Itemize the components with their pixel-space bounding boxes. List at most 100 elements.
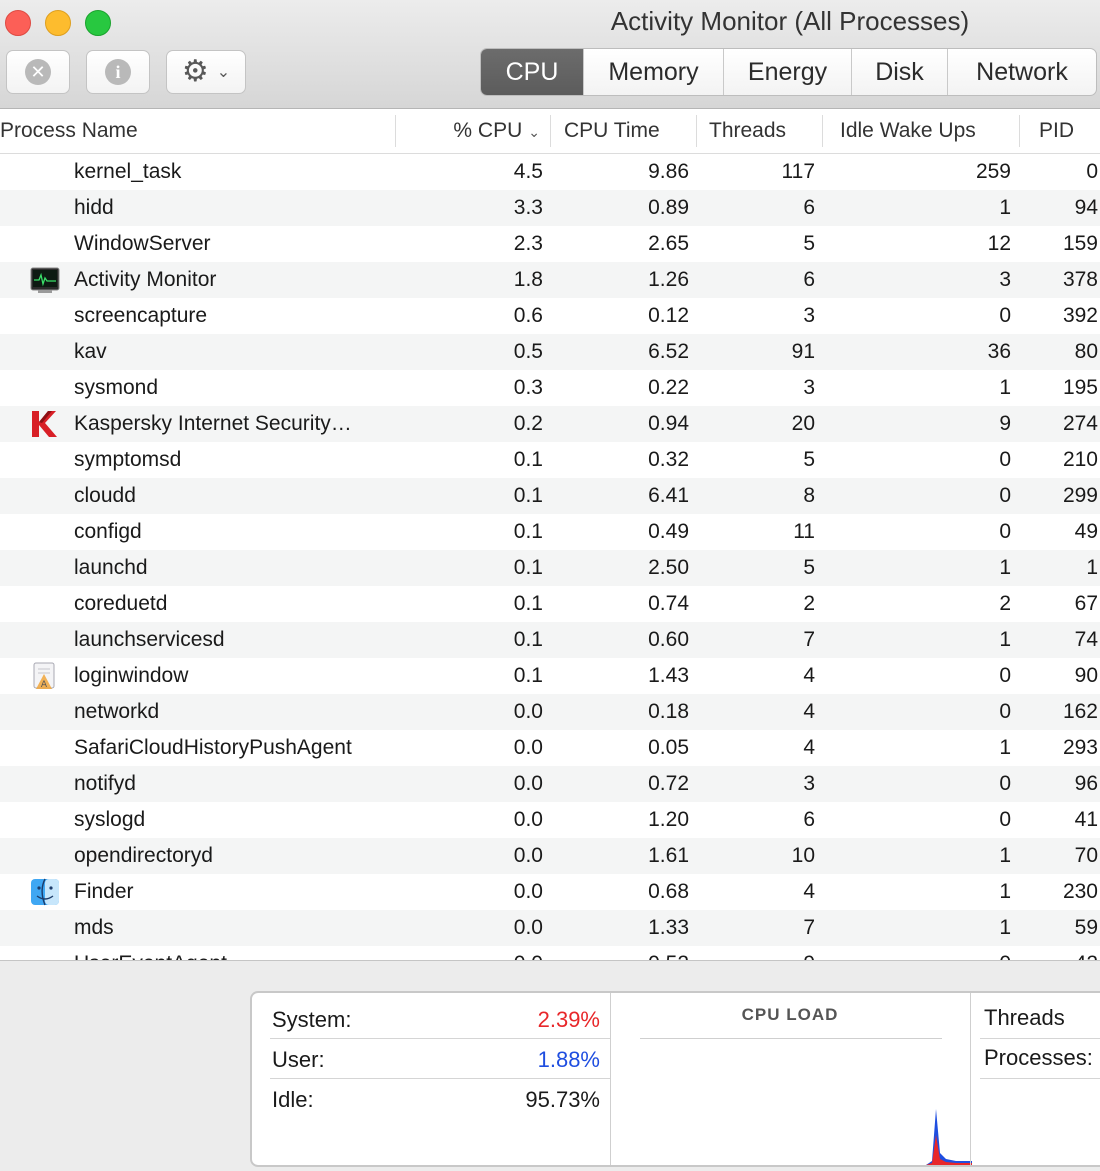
table-row[interactable]: notifyd 0.0 0.72 3 0 96	[0, 766, 1100, 802]
cpu-percent: 0.1	[513, 520, 543, 543]
thread-count: 8	[803, 484, 815, 507]
tab-disk[interactable]: Disk	[852, 49, 948, 95]
idle-wake-ups: 259	[975, 160, 1011, 183]
table-row[interactable]: symptomsd 0.1 0.32 5 0 210	[0, 442, 1100, 478]
table-row[interactable]: opendirectoryd 0.0 1.61 10 1 70	[0, 838, 1100, 874]
inspect-process-button[interactable]: i	[86, 50, 150, 94]
idle-wake-ups: 1	[999, 376, 1011, 399]
table-row[interactable]: Finder 0.0 0.68 4 1 230	[0, 874, 1100, 910]
cpu-percent: 0.1	[513, 448, 543, 471]
table-row[interactable]: launchservicesd 0.1 0.60 7 1 74	[0, 622, 1100, 658]
tab-cpu[interactable]: CPU	[481, 49, 584, 95]
thread-count: 4	[803, 880, 815, 903]
column-process-name[interactable]: Process Name	[0, 109, 138, 153]
column-divider[interactable]	[550, 115, 551, 147]
table-row[interactable]: hidd 3.3 0.89 6 1 94	[0, 190, 1100, 226]
info-icon: i	[105, 59, 131, 85]
pid: 162	[1062, 700, 1098, 723]
tab-network[interactable]: Network	[948, 49, 1096, 95]
cpu-time: 1.61	[648, 844, 689, 867]
title-bar: Activity Monitor (All Processes) ✕ i ⚙ ⌄…	[0, 0, 1100, 109]
table-row[interactable]: syslogd 0.0 1.20 6 0 41	[0, 802, 1100, 838]
table-row[interactable]: configd 0.1 0.49 11 0 49	[0, 514, 1100, 550]
thread-count: 7	[803, 916, 815, 939]
table-row[interactable]: networkd 0.0 0.18 4 0 162	[0, 694, 1100, 730]
pid: 94	[1074, 196, 1098, 219]
column-divider[interactable]	[1019, 115, 1020, 147]
pid: 59	[1074, 916, 1098, 939]
pid: 195	[1062, 376, 1098, 399]
cpu-percent: 0.0	[513, 772, 543, 795]
cpu-time: 0.32	[648, 448, 689, 471]
table-row[interactable]: Activity Monitor 1.8 1.26 6 3 378	[0, 262, 1100, 298]
idle-wake-ups: 1	[999, 880, 1011, 903]
table-row[interactable]: UserEventAgent 0.0 0.52 9 0 42	[0, 946, 1100, 960]
cpu-percent: 0.6	[513, 304, 543, 327]
thread-count: 3	[803, 304, 815, 327]
table-row[interactable]: launchd 0.1 2.50 5 1 1	[0, 550, 1100, 586]
cpu-percent: 0.0	[513, 916, 543, 939]
process-table[interactable]: kernel_task 4.5 9.86 117 259 0 hidd 3.3 0.89 6 1 94…	[0, 154, 1100, 960]
cpu-time: 0.52	[648, 946, 689, 960]
divider	[640, 1038, 942, 1039]
table-row[interactable]: mds 0.0 1.33 7 1 59	[0, 910, 1100, 946]
cpu-time: 6.41	[648, 484, 689, 507]
table-row[interactable]: Aloginwindow 0.1 1.43 4 0 90	[0, 658, 1100, 694]
column-divider[interactable]	[822, 115, 823, 147]
tab-energy[interactable]: Energy	[724, 49, 852, 95]
pid: 1	[1086, 556, 1098, 579]
cpu-percent: 1.8	[513, 268, 543, 291]
column-cpu-percent[interactable]: % CPU ⌄	[396, 109, 544, 153]
thread-count: 6	[803, 808, 815, 831]
cpu-time: 0.74	[648, 592, 689, 615]
column-threads[interactable]: Threads	[709, 109, 786, 153]
process-name: WindowServer	[74, 232, 211, 255]
process-name: coreduetd	[74, 592, 168, 615]
table-row[interactable]: WindowServer 2.3 2.65 5 12 159	[0, 226, 1100, 262]
process-name: screencapture	[74, 304, 208, 327]
table-row[interactable]: SafariCloudHistoryPushAgent 0.0 0.05 4 1 293	[0, 730, 1100, 766]
table-row[interactable]: screencapture 0.6 0.12 3 0 392	[0, 298, 1100, 334]
cpu-load-graph	[926, 1109, 972, 1165]
table-row[interactable]: Kaspersky Internet Security… 0.2 0.94 20 9 27…	[0, 406, 1100, 442]
user-label: User:	[272, 1047, 325, 1072]
cpu-percent: 0.3	[513, 376, 543, 399]
close-window-button[interactable]	[5, 10, 31, 36]
cpu-time: 2.65	[648, 232, 689, 255]
zoom-window-button[interactable]	[85, 10, 111, 36]
column-divider[interactable]	[696, 115, 697, 147]
tab-memory[interactable]: Memory	[584, 49, 724, 95]
table-row[interactable]: kernel_task 4.5 9.86 117 259 0	[0, 154, 1100, 190]
table-header: Process Name % CPU ⌄ CPU Time Threads Idl…	[0, 109, 1100, 154]
column-idle-wake-ups[interactable]: Idle Wake Ups	[840, 109, 976, 153]
column-cpu-time[interactable]: CPU Time	[564, 109, 660, 153]
cpu-percent: 0.5	[513, 340, 543, 363]
cpu-load-user-area	[926, 1109, 972, 1165]
process-name: loginwindow	[74, 664, 189, 687]
cpu-percent: 0.1	[513, 628, 543, 651]
table-row[interactable]: cloudd 0.1 6.41 8 0 299	[0, 478, 1100, 514]
cpu-time: 6.52	[648, 340, 689, 363]
process-name: hidd	[74, 196, 114, 219]
table-row[interactable]: sysmond 0.3 0.22 3 1 195	[0, 370, 1100, 406]
column-pid[interactable]: PID	[1039, 109, 1074, 153]
stop-process-button[interactable]: ✕	[6, 50, 70, 94]
cpu-percent: 0.1	[513, 592, 543, 615]
system-label: System:	[272, 1007, 352, 1032]
stop-process-icon: ✕	[25, 59, 51, 85]
system-value: 2.39%	[537, 1007, 600, 1032]
thread-count: 2	[803, 592, 815, 615]
process-name: configd	[74, 520, 142, 543]
table-row[interactable]: coreduetd 0.1 0.74 2 2 67	[0, 586, 1100, 622]
thread-count: 91	[791, 340, 815, 363]
idle-wake-ups: 1	[999, 196, 1011, 219]
cpu-time: 0.49	[648, 520, 689, 543]
thread-count: 5	[803, 448, 815, 471]
cpu-time: 1.33	[648, 916, 689, 939]
action-menu-button[interactable]: ⚙ ⌄	[166, 50, 246, 94]
activity-monitor-icon	[30, 266, 60, 294]
table-row[interactable]: kav 0.5 6.52 91 36 80	[0, 334, 1100, 370]
minimize-window-button[interactable]	[45, 10, 71, 36]
idle-wake-ups: 0	[999, 808, 1011, 831]
pid: 378	[1062, 268, 1098, 291]
